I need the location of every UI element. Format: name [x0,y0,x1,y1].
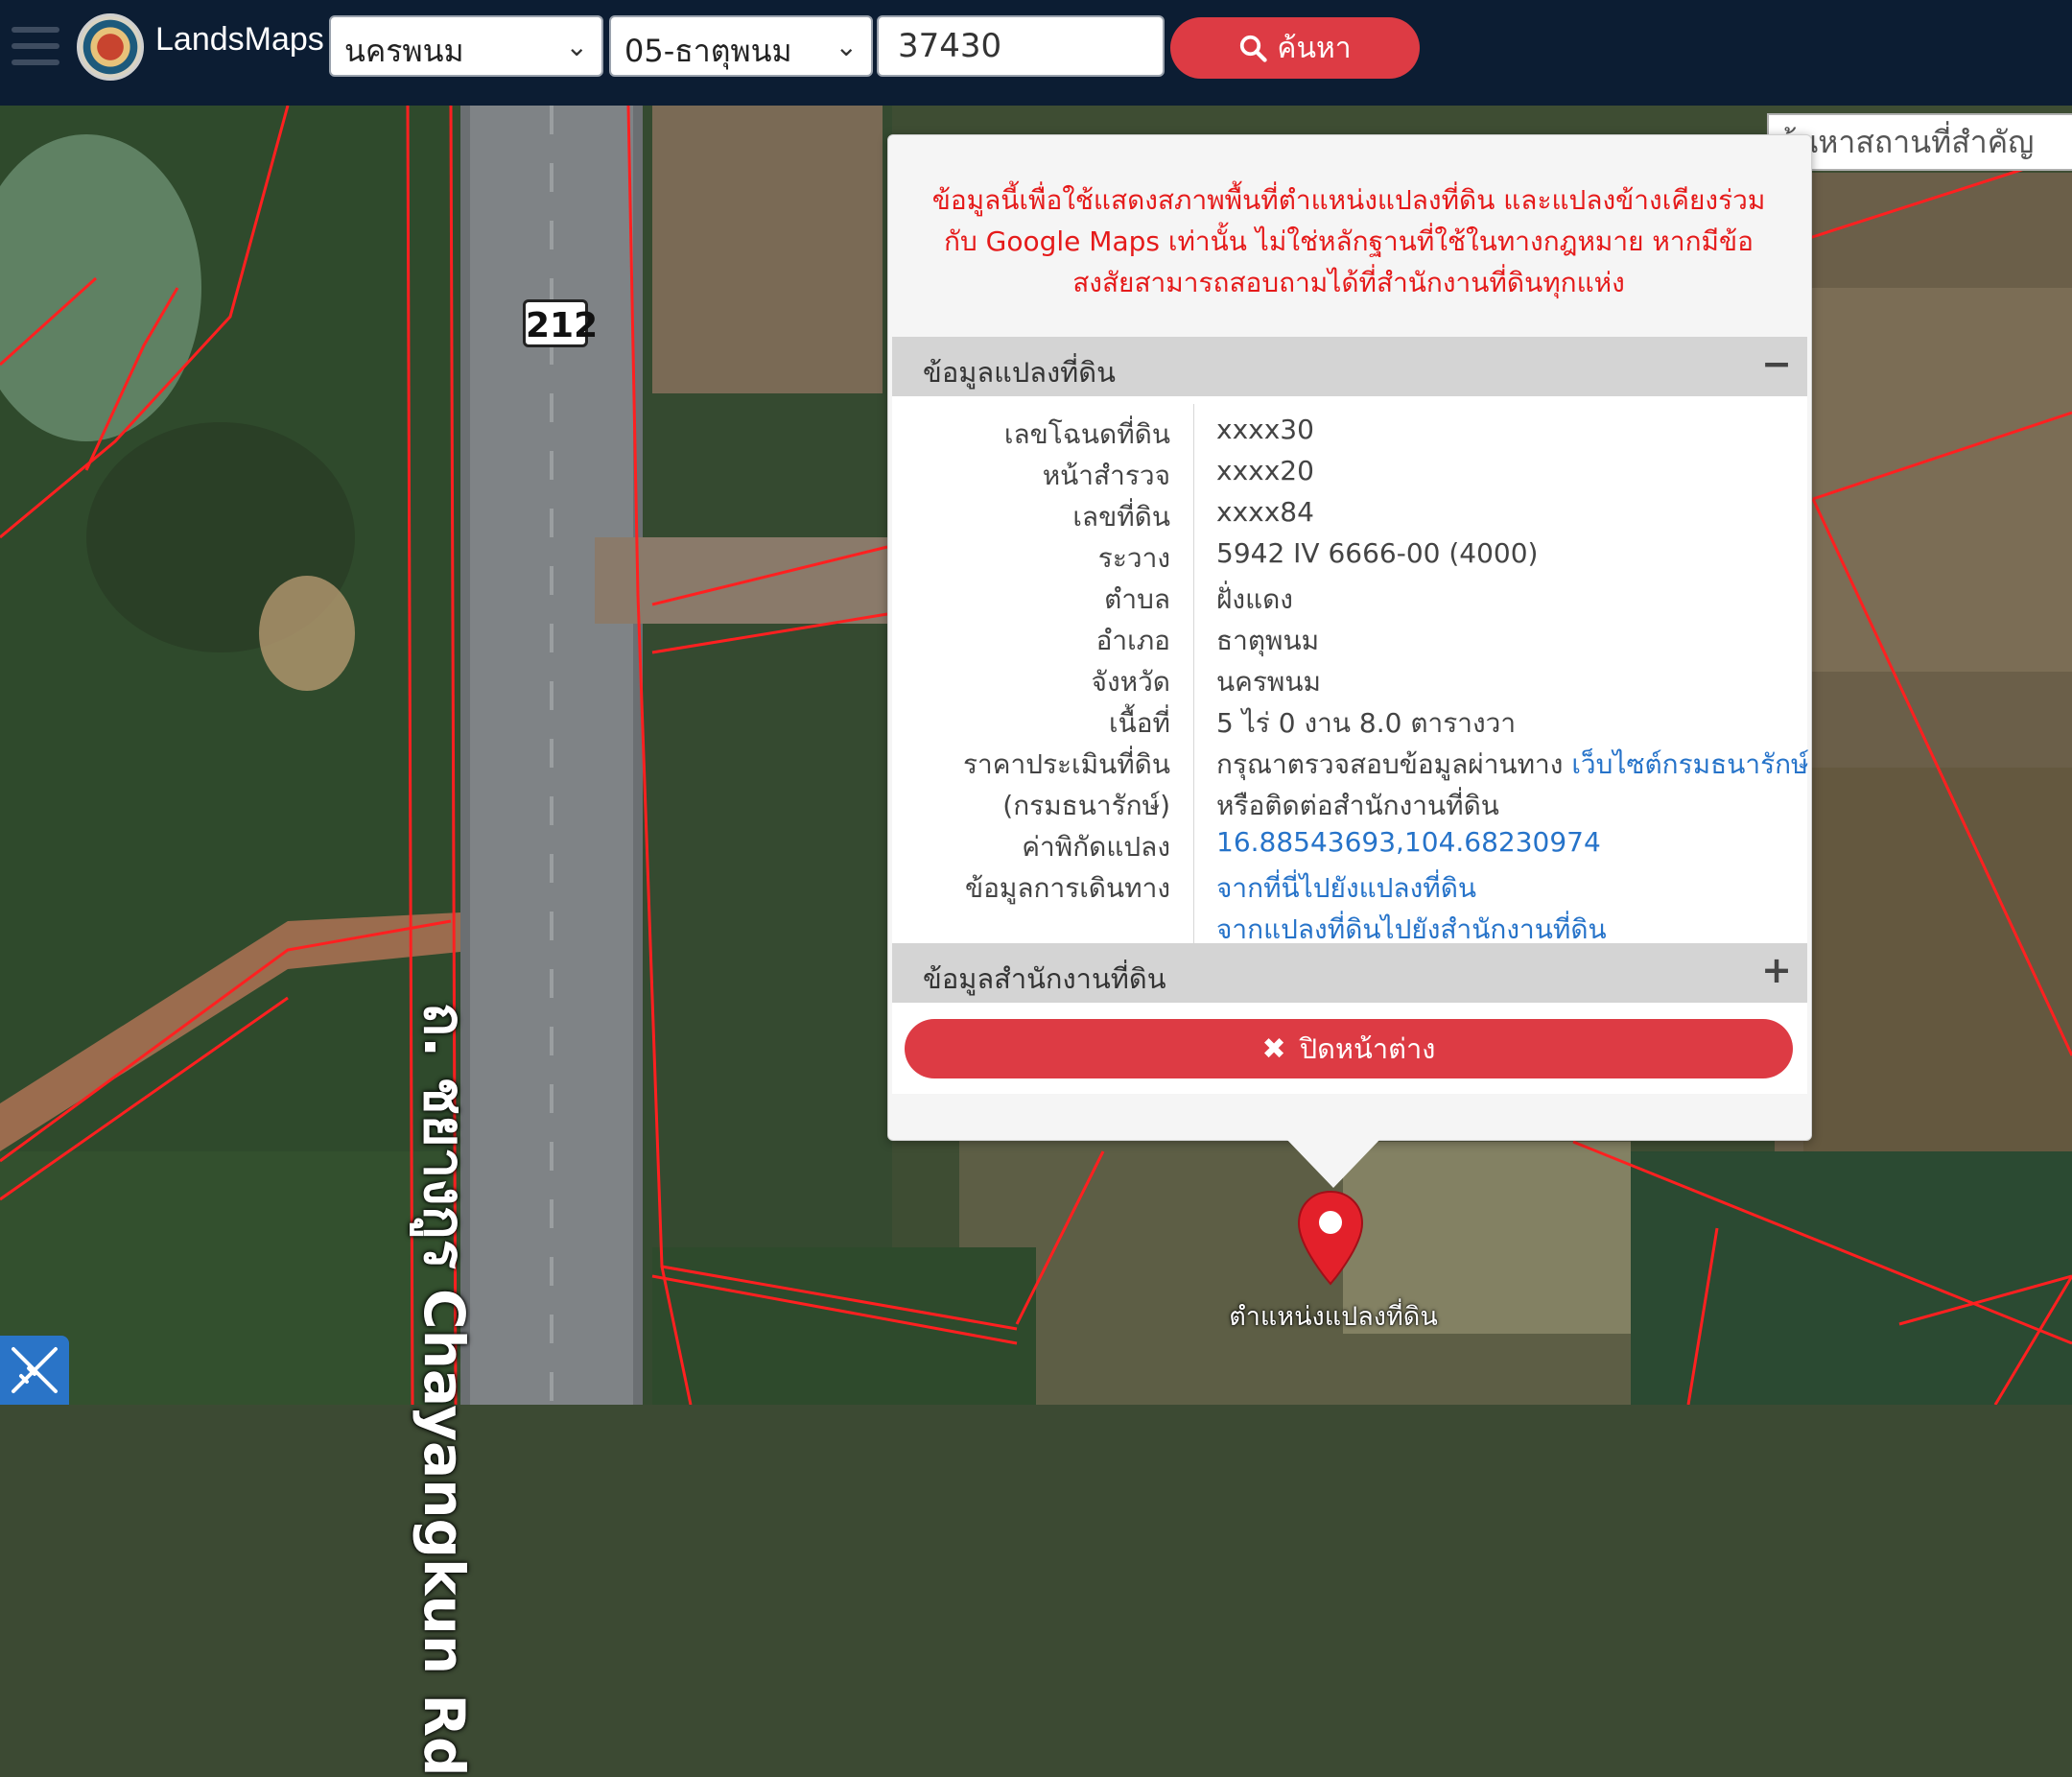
coordinates-value: 16.88543693,104.68230974 [1216,826,1792,858]
brand-name: LandsMaps [155,21,324,58]
map-sheet-value: 5942 IV 6666-00 (4000) [1216,537,1539,569]
deed-number-input[interactable] [877,15,1165,77]
travel-info-label: ข้อมูลการเดินทาง [964,872,1170,904]
survey-label: หน้าสำรวจ [1042,460,1170,491]
province-label: จังหวัด [1091,666,1170,698]
province-select-value: นครพนม [344,33,464,69]
district-value: ธาตุพนม [1216,625,1320,656]
land-office-section-title: ข้อมูลสำนักงานที่ดิน [923,962,1166,995]
disclaimer-text: ข้อมูลนี้เพื่อใช้แสดงสภาพพื้นที่ตำแหน่งแ… [931,184,1766,298]
land-office-section-header[interactable]: ข้อมูลสำนักงานที่ดิน + [892,943,1807,1003]
area-value: 5 ไร่ 0 งาน 8.0 ตารางวา [1216,707,1517,739]
ruler-pencil-icon [12,1347,58,1393]
expand-icon[interactable]: + [1761,949,1792,991]
column-divider [1193,404,1194,943]
appraisal-price-text: กรุณาตรวจสอบข้อมูลผ่านทาง [1216,748,1564,780]
chevron-down-icon: ⌄ [565,31,588,62]
land-number-label: เลขที่ดิน [1072,501,1170,533]
top-navigation-bar: LandsMaps นครพนม ⌄ 05-ธาตุพนม ⌄ ค้นหา [0,0,2072,106]
land-department-logo [77,13,144,81]
map-sheet-label: ระวาง [1097,542,1170,574]
hamburger-icon[interactable] [12,27,59,65]
appraisal-price-contact: หรือติดต่อสำนักงานที่ดิน [1216,790,1499,821]
province-value: นครพนม [1216,666,1321,698]
survey-value: xxxx20 [1216,455,1314,486]
parcel-section-header[interactable]: ข้อมูลแปลงที่ดิน − [892,337,1807,396]
parcel-location-label: ตำแหน่งแปลงที่ดิน [1229,1302,1438,1332]
subdistrict-value: ฝั่งแดง [1216,583,1293,615]
map-pin-icon[interactable] [1297,1190,1364,1286]
district-label: อำเภอ [1095,625,1170,656]
close-window-button[interactable]: ✖ ปิดหน้าต่าง [905,1019,1793,1078]
land-number-value: xxxx84 [1216,496,1314,528]
parcel-details-table: เลขโฉนดที่ดิน xxxx30 หน้าสำรวจ xxxx20 เล… [892,396,1809,945]
close-window-label: ปิดหน้าต่าง [1299,1032,1436,1065]
landmark-search-input[interactable] [1767,113,2072,171]
parcel-section-title: ข้อมูลแปลงที่ดิน [923,356,1116,389]
province-select[interactable]: นครพนม ⌄ [329,15,603,77]
deed-label: เลขโฉนดที่ดิน [1003,418,1170,450]
parcel-info-popup: ข้อมูลนี้เพื่อใช้แสดงสภาพพื้นที่ตำแหน่งแ… [887,134,1812,1141]
appraisal-price-value: กรุณาตรวจสอบข้อมูลผ่านทาง เว็บไซต์กรมธนา… [1216,744,1809,786]
district-select[interactable]: 05-ธาตุพนม ⌄ [609,15,873,77]
appraisal-price-sublabel: (กรมธนารักษ์) [1002,790,1170,821]
road-name-label: ถ. ชยางกูร Chayangkun Rd [412,1003,477,1777]
directions-to-parcel-link[interactable]: จากที่นี่ไปยังแปลงที่ดิน [1216,872,1476,904]
measure-tool-button[interactable] [0,1336,69,1405]
collapse-icon[interactable]: − [1761,343,1792,385]
deed-value: xxxx30 [1216,414,1314,445]
search-icon [1240,35,1268,62]
travel-link-row-1: จากที่นี่ไปยังแปลงที่ดิน [1216,867,1792,910]
coordinates-label: ค่าพิกัดแปลง [1022,831,1170,863]
route-number-shield: 212 [523,299,598,347]
treasury-website-link[interactable]: เว็บไซต์กรมธนารักษ์ [1571,748,1808,780]
close-icon: ✖ [1261,1031,1286,1066]
subdistrict-label: ตำบล [1104,583,1170,615]
search-button-label: ค้นหา [1277,31,1352,65]
appraisal-price-label: ราคาประเมินที่ดิน [962,748,1170,780]
directions-to-office-link[interactable]: จากแปลงที่ดินไปยังสำนักงานที่ดิน [1216,913,1607,945]
search-button[interactable]: ค้นหา [1170,17,1420,79]
coordinates-link[interactable]: 16.88543693,104.68230974 [1216,826,1601,858]
area-label: เนื้อที่ [1109,707,1170,739]
chevron-down-icon: ⌄ [835,31,858,62]
popup-pointer-arrow [1285,1138,1381,1188]
district-select-value: 05-ธาตุพนม [624,33,792,69]
